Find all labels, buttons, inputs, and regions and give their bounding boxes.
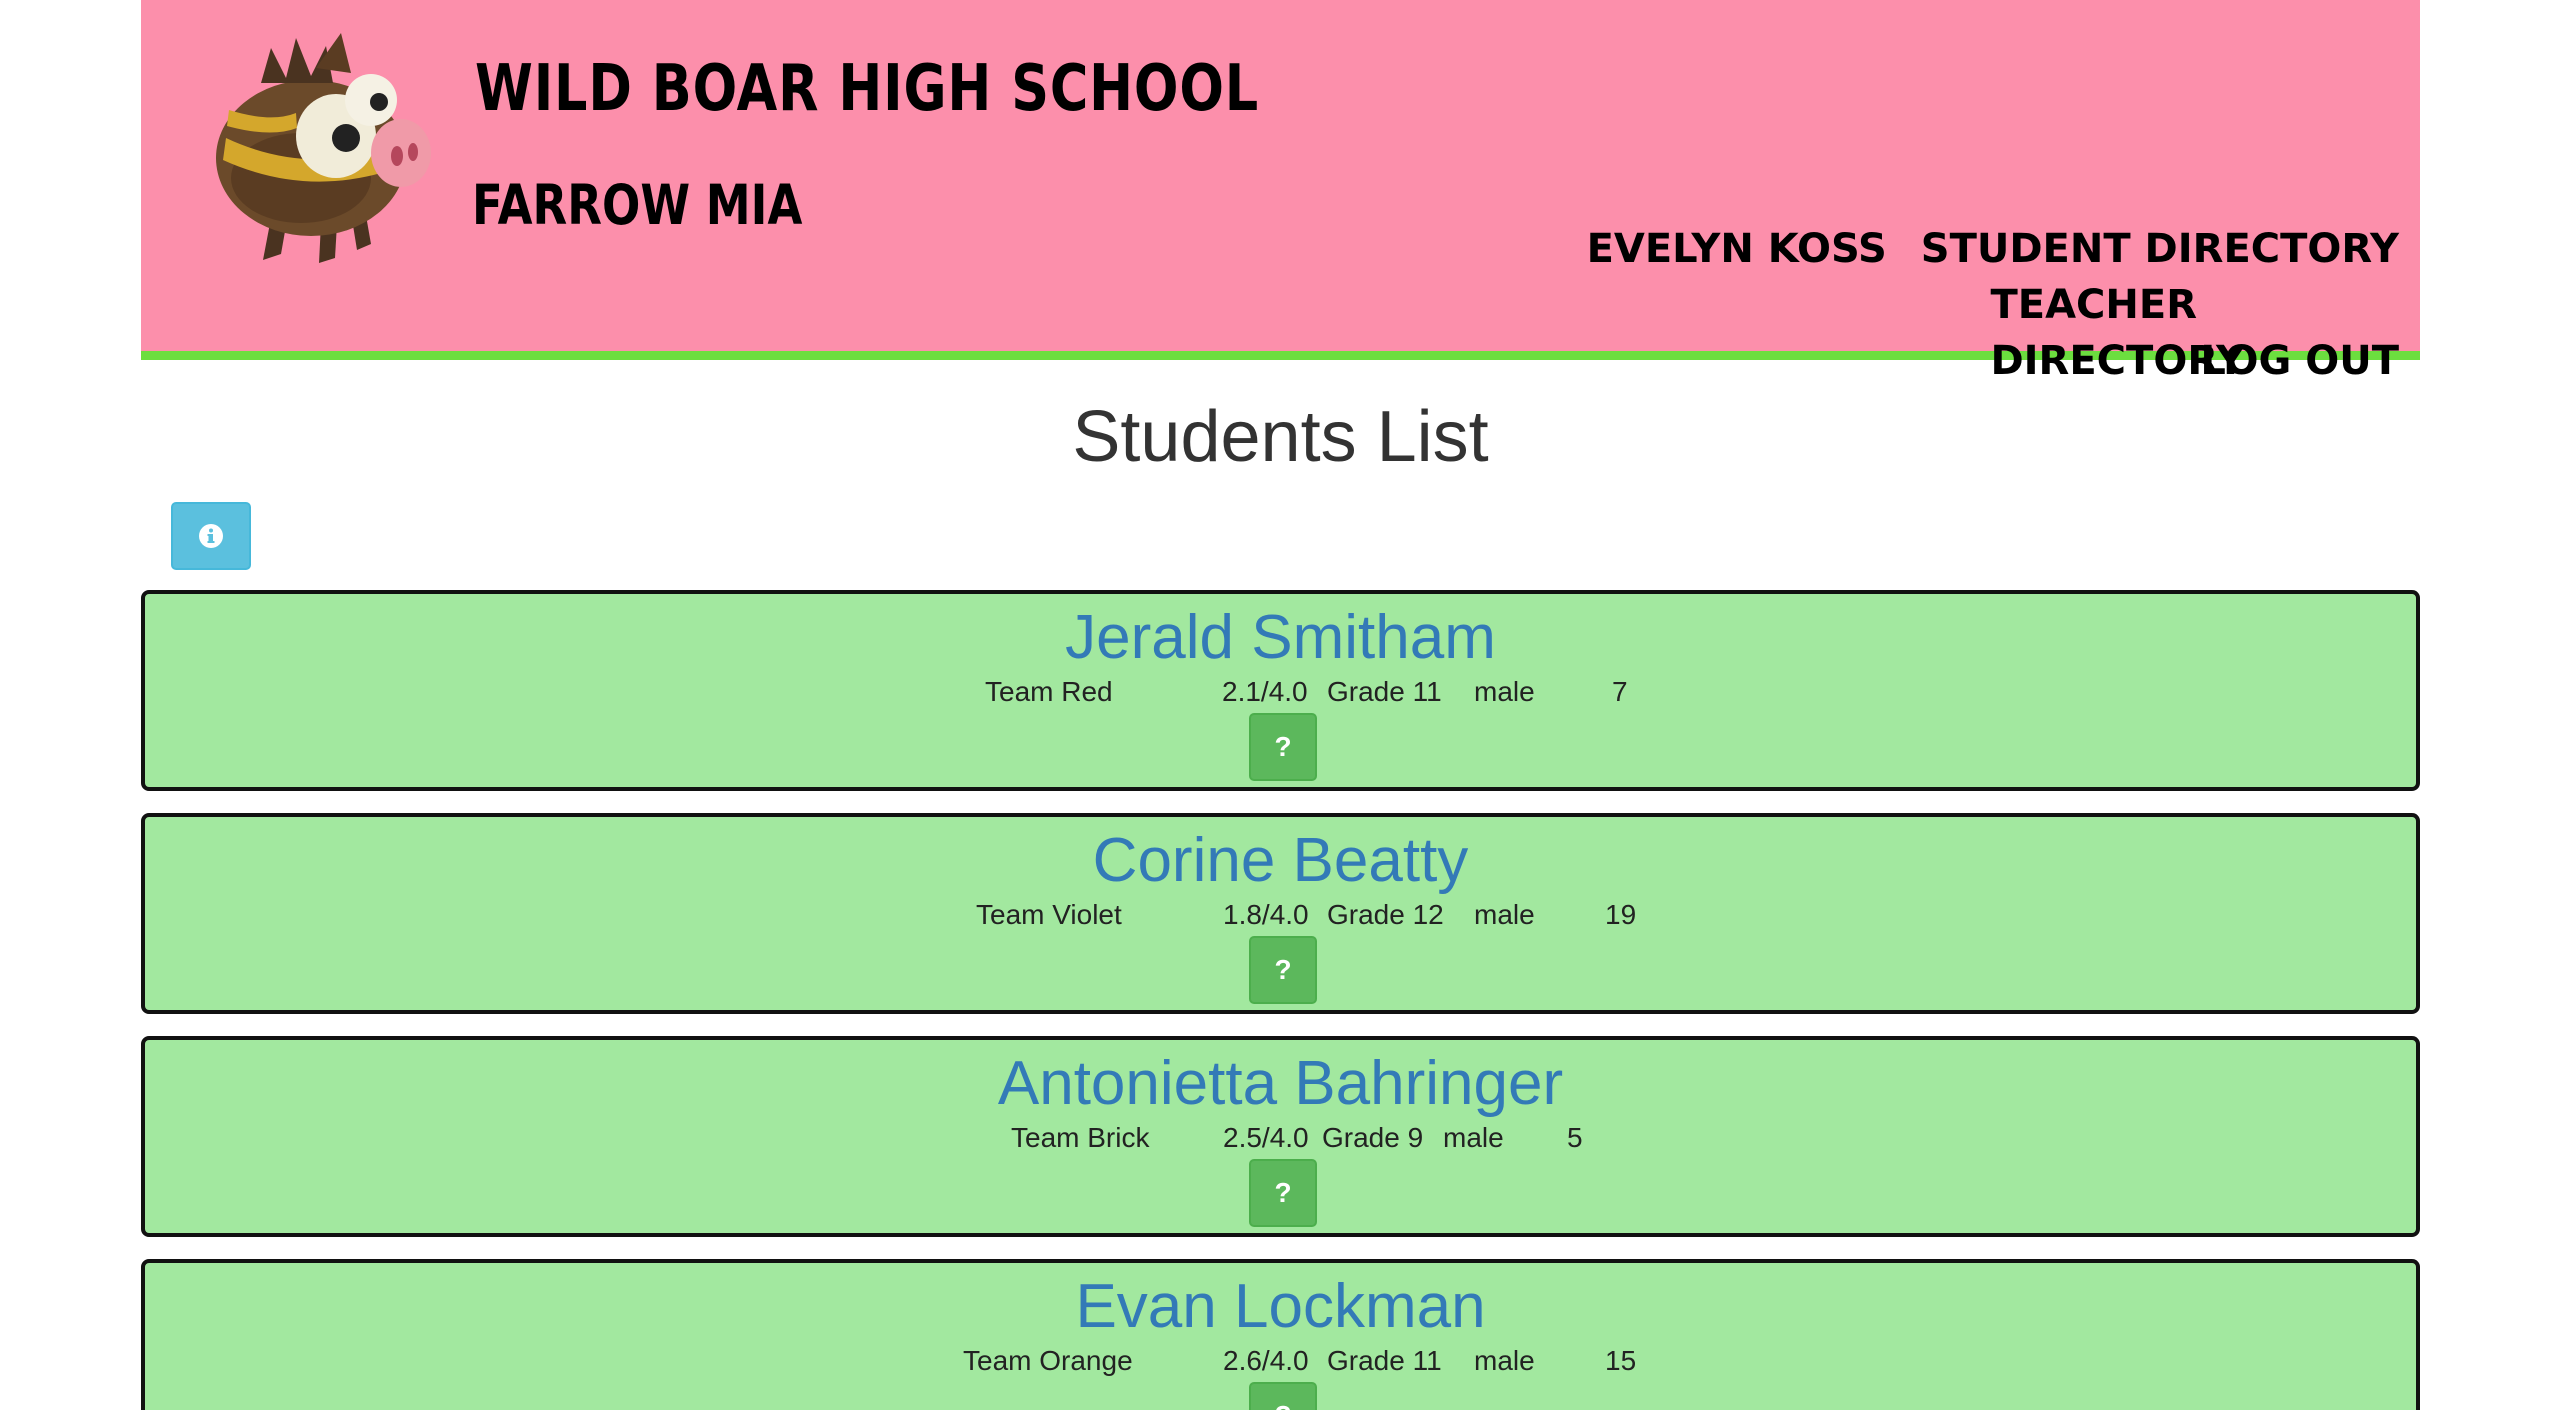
- student-name-link[interactable]: Jerald Smitham: [145, 602, 2416, 674]
- student-team: Team Orange: [963, 1345, 1133, 1376]
- student-help-button[interactable]: ?: [1249, 1382, 1317, 1410]
- main-container: WILD BOAR HIGH SCHOOL FARROW MIA EVELYN …: [141, 0, 2420, 1410]
- page: WILD BOAR HIGH SCHOOL FARROW MIA EVELYN …: [0, 0, 2560, 1410]
- student-gender: male: [1474, 676, 1535, 707]
- student-meta: Team Red 2.1/4.0 Grade 11 male 7: [145, 674, 2416, 714]
- nav-log-out[interactable]: LOG OUT: [2200, 333, 2399, 389]
- student-help-button[interactable]: ?: [1249, 713, 1317, 781]
- student-number: 7: [1612, 676, 1628, 707]
- info-button[interactable]: [171, 502, 251, 570]
- student-name-link[interactable]: Corine Beatty: [145, 825, 2416, 897]
- student-name-link[interactable]: Evan Lockman: [145, 1271, 2416, 1343]
- student-card: Antonietta Bahringer Team Brick 2.5/4.0 …: [141, 1036, 2420, 1237]
- student-team: Team Brick: [1011, 1122, 1150, 1153]
- student-grade: Grade 9: [1322, 1122, 1424, 1153]
- student-name-link[interactable]: Antonietta Bahringer: [145, 1048, 2416, 1120]
- student-team: Team Violet: [976, 899, 1122, 930]
- student-help-button[interactable]: ?: [1249, 1159, 1317, 1227]
- student-number: 19: [1605, 899, 1637, 930]
- school-name: WILD BOAR HIGH SCHOOL: [475, 52, 1260, 126]
- info-circle-icon: [199, 524, 223, 548]
- student-gender: male: [1474, 1345, 1535, 1376]
- site-header: WILD BOAR HIGH SCHOOL FARROW MIA EVELYN …: [141, 0, 2420, 384]
- student-meta: Team Orange 2.6/4.0 Grade 11 male 15: [145, 1343, 2416, 1383]
- student-meta: Team Brick 2.5/4.0 Grade 9 male 5: [145, 1120, 2416, 1160]
- logged-in-student-name: FARROW MIA: [472, 173, 803, 237]
- student-meta: Team Violet 1.8/4.0 Grade 12 male 19: [145, 897, 2416, 937]
- student-gpa: 2.6/4.0: [1223, 1345, 1309, 1376]
- student-card: Jerald Smitham Team Red 2.1/4.0 Grade 11…: [141, 590, 2420, 791]
- student-gpa: 2.5/4.0: [1223, 1122, 1309, 1153]
- student-gpa: 1.8/4.0: [1223, 899, 1309, 930]
- student-card: Corine Beatty Team Violet 1.8/4.0 Grade …: [141, 813, 2420, 1014]
- student-team: Team Red: [985, 676, 1113, 707]
- student-grade: Grade 12: [1327, 899, 1444, 930]
- header-nav: EVELYN KOSS STUDENT DIRECTORY TEACHER DI…: [1539, 221, 2399, 389]
- student-gender: male: [1474, 899, 1535, 930]
- student-grade: Grade 11: [1327, 1345, 1442, 1376]
- student-card: Evan Lockman Team Orange 2.6/4.0 Grade 1…: [141, 1259, 2420, 1410]
- student-grade: Grade 11: [1327, 676, 1442, 707]
- nav-teacher-directory[interactable]: TEACHER DIRECTORY: [1990, 277, 2244, 389]
- page-title: Students List: [1072, 397, 1489, 477]
- student-help-button[interactable]: ?: [1249, 936, 1317, 1004]
- student-gpa: 2.1/4.0: [1222, 676, 1308, 707]
- nav-user-link[interactable]: EVELYN KOSS: [1587, 221, 1887, 277]
- student-gender: male: [1443, 1122, 1504, 1153]
- wild-boar-logo: [216, 33, 431, 263]
- nav-student-directory[interactable]: STUDENT DIRECTORY: [1921, 221, 2399, 277]
- student-number: 15: [1605, 1345, 1637, 1376]
- student-number: 5: [1567, 1122, 1583, 1153]
